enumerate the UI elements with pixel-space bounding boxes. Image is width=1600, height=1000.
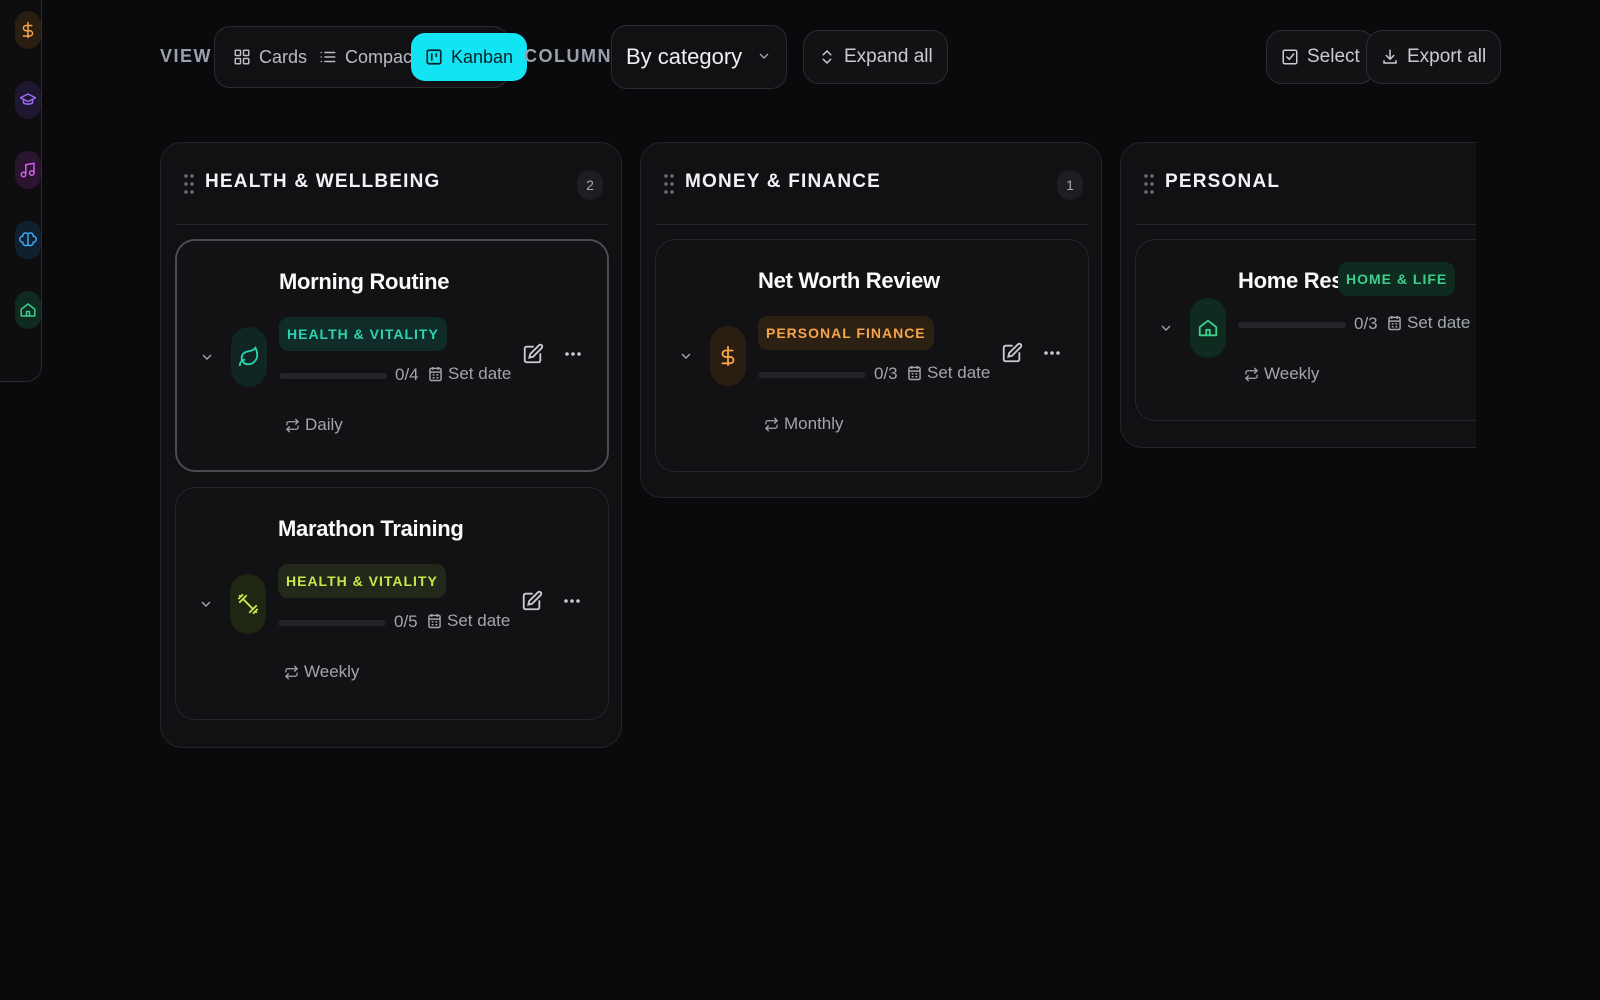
column-title: PERSONAL	[1165, 171, 1281, 192]
columns-select-value: By category	[626, 44, 743, 69]
set-date-label: Set date	[927, 363, 991, 382]
task-card[interactable]: Morning Routine HEALTH & VITALITY 0/4 Se…	[175, 239, 609, 472]
chevron-down-icon[interactable]	[678, 348, 694, 364]
view-mode-switcher: Cards Compact Kanban	[214, 26, 528, 88]
progress-bar	[278, 620, 386, 626]
column-header: PERSONAL	[1135, 143, 1476, 225]
drag-handle-icon[interactable]	[663, 173, 675, 195]
kanban-icon	[426, 49, 442, 65]
columns-select[interactable]: By category	[611, 25, 787, 89]
set-date-button[interactable]: Set date	[908, 363, 990, 383]
checkbox-icon	[1282, 49, 1298, 65]
card-title: Morning Routine	[279, 269, 450, 294]
select-label: Select	[1307, 46, 1360, 67]
export-all-button[interactable]: Export all	[1366, 30, 1502, 84]
calendar-icon	[908, 366, 921, 381]
calendar-icon	[429, 367, 442, 382]
column-header: MONEY & FINANCE 1	[655, 143, 1087, 225]
progress-bar	[758, 372, 866, 378]
recurrence: Weekly	[1244, 364, 1319, 384]
chevron-down-icon[interactable]	[198, 596, 214, 612]
recurrence-label: Weekly	[304, 662, 360, 681]
dollar-icon	[710, 326, 746, 386]
download-icon	[1383, 49, 1397, 64]
column-health: HEALTH & WELLBEING 2 Morning Routine HEA…	[160, 142, 622, 748]
chevron-down-icon[interactable]	[1158, 320, 1174, 336]
progress-count: 0/3	[1354, 314, 1378, 333]
dumbbell-icon	[230, 574, 266, 634]
progress-count: 0/4	[395, 365, 419, 384]
drag-handle-icon[interactable]	[1143, 173, 1155, 195]
task-card[interactable]: Net Worth Review PERSONAL FINANCE 0/3 Se…	[655, 239, 1089, 472]
view-compact-label: Compact	[345, 46, 418, 67]
music-icon[interactable]	[15, 151, 41, 189]
leaf-icon	[231, 327, 267, 387]
category-tag: HOME & LIFE	[1338, 262, 1456, 296]
kanban-board: HEALTH & WELLBEING 2 Morning Routine HEA…	[160, 142, 1476, 762]
expand-all-button[interactable]: Expand all	[803, 30, 948, 84]
view-kanban-button[interactable]: Kanban	[411, 33, 528, 81]
view-cards-label: Cards	[259, 46, 308, 67]
chevron-down-icon[interactable]	[199, 349, 215, 365]
set-date-button[interactable]: Set date	[428, 611, 510, 631]
edit-icon[interactable]	[522, 341, 544, 367]
home-icon	[1190, 298, 1226, 358]
repeat-icon	[285, 418, 300, 432]
column-count-badge: 2	[577, 170, 603, 200]
repeat-icon	[764, 417, 779, 431]
task-card[interactable]: Home Reset HOME & LIFE 0/3 Set date Week…	[1135, 239, 1476, 421]
grid-icon	[234, 49, 250, 65]
edit-icon[interactable]	[521, 588, 543, 614]
set-date-label: Set date	[447, 611, 511, 630]
repeat-icon	[284, 665, 299, 679]
set-date-button[interactable]: Set date	[1388, 313, 1470, 333]
set-date-label: Set date	[448, 364, 512, 383]
calendar-icon	[1388, 316, 1401, 331]
more-icon[interactable]	[1040, 340, 1064, 366]
column-title: MONEY & FINANCE	[685, 171, 882, 192]
column-finance: MONEY & FINANCE 1 Net Worth Review PERSO…	[640, 142, 1102, 498]
card-title: Marathon Training	[278, 516, 464, 541]
category-tag: HEALTH & VITALITY	[279, 317, 447, 351]
category-tag: PERSONAL FINANCE	[758, 316, 934, 350]
select-button[interactable]: Select	[1266, 30, 1375, 84]
column-header: HEALTH & WELLBEING 2	[175, 143, 607, 225]
task-card[interactable]: Marathon Training HEALTH & VITALITY 0/5 …	[175, 487, 609, 720]
toolbar: VIEW Cards Compact Kanban COLUMNS By cat…	[0, 25, 1600, 91]
more-icon[interactable]	[561, 341, 585, 367]
drag-handle-icon[interactable]	[183, 173, 195, 195]
progress-bar	[1238, 322, 1346, 328]
progress-count: 0/5	[394, 612, 418, 631]
column-count-badge: 1	[1057, 170, 1083, 200]
repeat-icon	[1244, 367, 1259, 381]
column-personal: PERSONAL Home Reset HOME & LIFE 0/3 Set …	[1120, 142, 1476, 448]
column-title: HEALTH & WELLBEING	[205, 171, 441, 192]
category-tag: HEALTH & VITALITY	[278, 564, 446, 598]
set-date-label: Set date	[1407, 313, 1471, 332]
view-label: VIEW	[160, 46, 213, 66]
recurrence-label: Daily	[305, 415, 343, 434]
recurrence: Daily	[285, 415, 343, 435]
set-date-button[interactable]: Set date	[429, 364, 511, 384]
recurrence: Monthly	[764, 414, 844, 434]
progress-count: 0/3	[874, 364, 898, 383]
recurrence: Weekly	[284, 662, 359, 682]
card-title: Net Worth Review	[758, 268, 940, 293]
edit-icon[interactable]	[1001, 340, 1023, 366]
chevron-down-icon	[759, 53, 769, 59]
recurrence-label: Weekly	[1264, 364, 1320, 383]
calendar-icon	[428, 614, 441, 629]
expand-all-label: Expand all	[844, 46, 933, 67]
export-all-label: Export all	[1407, 46, 1487, 67]
view-kanban-label: Kanban	[451, 46, 514, 67]
expand-icon	[822, 49, 832, 65]
recurrence-label: Monthly	[784, 414, 844, 433]
list-icon	[320, 51, 336, 63]
brain-icon[interactable]	[15, 221, 41, 259]
more-icon[interactable]	[560, 588, 584, 614]
progress-bar	[279, 373, 387, 379]
home-icon[interactable]	[15, 291, 41, 329]
